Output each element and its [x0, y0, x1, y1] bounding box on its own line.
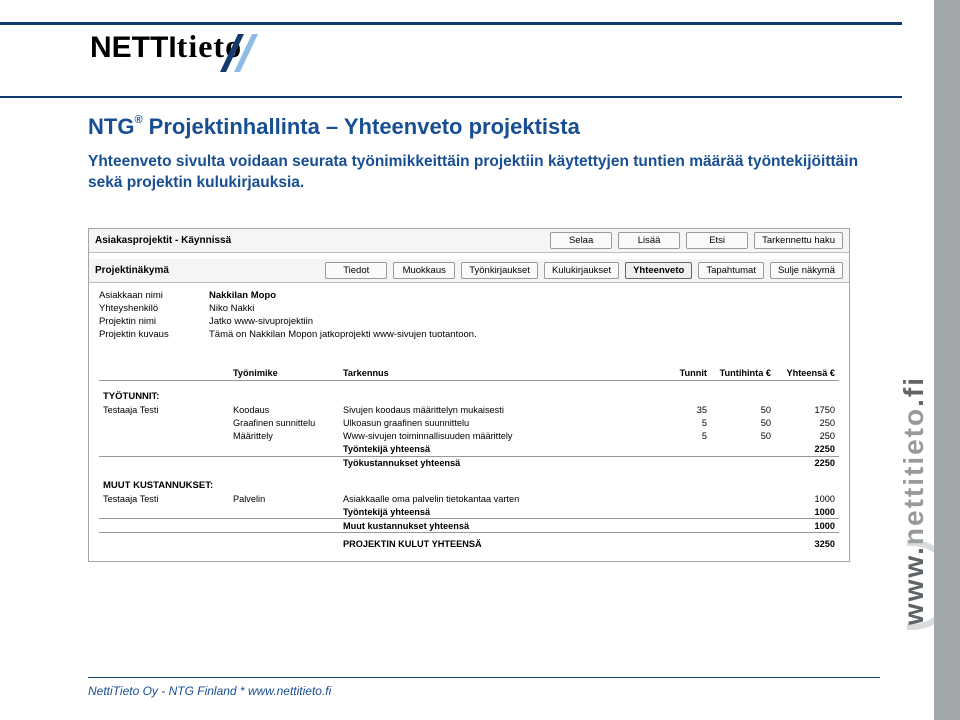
- row-workcost-subtotal: Työkustannukset yhteensä 2250: [99, 456, 839, 470]
- info-value: Tämä on Nakkilan Mopon jatkoprojekti www…: [209, 329, 477, 340]
- topbar-advanced-button[interactable]: Tarkennettu haku: [754, 232, 843, 249]
- worker-name: Testaaja Testi: [99, 404, 229, 417]
- worker-name: Testaaja Testi: [99, 492, 229, 505]
- col-tunnit: Tunnit: [661, 366, 711, 381]
- tab-yhteenveto[interactable]: Yhteenveto: [625, 262, 692, 279]
- section-hours: TYÖTUNNIT:: [99, 381, 839, 404]
- info-key: Projektin nimi: [99, 316, 209, 327]
- info-value: Jatko www-sivuprojektiin: [209, 316, 313, 327]
- summary-table: Työnimike Tarkennus Tunnit Tuntihinta € …: [89, 351, 849, 561]
- page-title-rest: Projektinhallinta – Yhteenveto projektis…: [143, 114, 580, 139]
- tab-sulje[interactable]: Sulje näkymä: [770, 262, 843, 279]
- info-value: Niko Nakki: [209, 303, 254, 314]
- row-worker-subtotal: Työntekijä yhteensä 2250: [99, 443, 839, 457]
- tab-tapahtumat[interactable]: Tapahtumat: [698, 262, 764, 279]
- info-row-customer: Asiakkaan nimi Nakkilan Mopo: [99, 289, 839, 302]
- col-tarkennus: Tarkennus: [339, 366, 661, 381]
- topbar-add-button[interactable]: Lisää: [618, 232, 680, 249]
- info-key: Yhteyshenkilö: [99, 303, 209, 314]
- table-row: Testaaja Testi Koodaus Sivujen koodaus m…: [99, 404, 839, 417]
- header-stripe-top: [0, 22, 902, 25]
- app-screenshot: Asiakasprojektit - Käynnissä Selaa Lisää…: [88, 228, 850, 562]
- info-row-contact: Yhteyshenkilö Niko Nakki: [99, 302, 839, 315]
- table-row: Määrittely Www-sivujen toiminnallisuuden…: [99, 430, 839, 443]
- hours-header-row: Työnimike Tarkennus Tunnit Tuntihinta € …: [99, 366, 839, 381]
- page-footer: NettiTieto Oy - NTG Finland * www.nettit…: [88, 677, 880, 698]
- topbar-label: Asiakasprojektit - Käynnissä: [95, 235, 231, 246]
- info-row-projectname: Projektin nimi Jatko www-sivuprojektiin: [99, 315, 839, 328]
- page-title: NTG® Projektinhallinta – Yhteenveto proj…: [88, 114, 880, 140]
- info-row-desc: Projektin kuvaus Tämä on Nakkilan Mopon …: [99, 328, 839, 341]
- info-key: Projektin kuvaus: [99, 329, 209, 340]
- row-worker-other-subtotal: Työntekijä yhteensä 1000: [99, 505, 839, 519]
- navbar: Projektinäkymä Tiedot Muokkaus Työnkirja…: [89, 259, 849, 283]
- tab-tiedot[interactable]: Tiedot: [325, 262, 387, 279]
- navbar-label: Projektinäkymä: [95, 265, 169, 276]
- right-sidebar: www.nettitieto.fi: [902, 0, 960, 720]
- page-subtitle: Yhteenveto sivulta voidaan seurata työni…: [88, 152, 880, 194]
- tab-tyonkirjaukset[interactable]: Työnkirjaukset: [461, 262, 538, 279]
- info-key: Asiakkaan nimi: [99, 290, 209, 301]
- tab-muokkaus[interactable]: Muokkaus: [393, 262, 455, 279]
- section-other: MUUT KUSTANNUKSET:: [99, 470, 839, 493]
- col-yhteensa: Yhteensä €: [775, 366, 839, 381]
- row-grand-total: PROJEKTIN KULUT YHTEENSÄ 3250: [99, 533, 839, 551]
- row-othercost-subtotal: Muut kustannukset yhteensä 1000: [99, 519, 839, 533]
- info-value: Nakkilan Mopo: [209, 290, 276, 301]
- header-stripe-bottom: [0, 96, 902, 98]
- topbar-browse-button[interactable]: Selaa: [550, 232, 612, 249]
- tab-kulukirjaukset[interactable]: Kulukirjaukset: [544, 262, 619, 279]
- col-tyonimike: Työnimike: [229, 366, 339, 381]
- table-row: Graafinen sunnittelu Ulkoasun graafinen …: [99, 417, 839, 430]
- table-row: Testaaja Testi Palvelin Asiakkaalle oma …: [99, 492, 839, 505]
- col-tuntihinta: Tuntihinta €: [711, 366, 775, 381]
- brand-mark-icon: [214, 28, 264, 78]
- page-title-prefix: NTG: [88, 114, 134, 139]
- project-info: Asiakkaan nimi Nakkilan Mopo Yhteyshenki…: [89, 283, 849, 351]
- topbar-search-button[interactable]: Etsi: [686, 232, 748, 249]
- brand-logo-part-a: NETTI: [90, 31, 177, 64]
- page-title-reg: ®: [134, 114, 142, 126]
- topbar: Asiakasprojektit - Käynnissä Selaa Lisää…: [89, 229, 849, 253]
